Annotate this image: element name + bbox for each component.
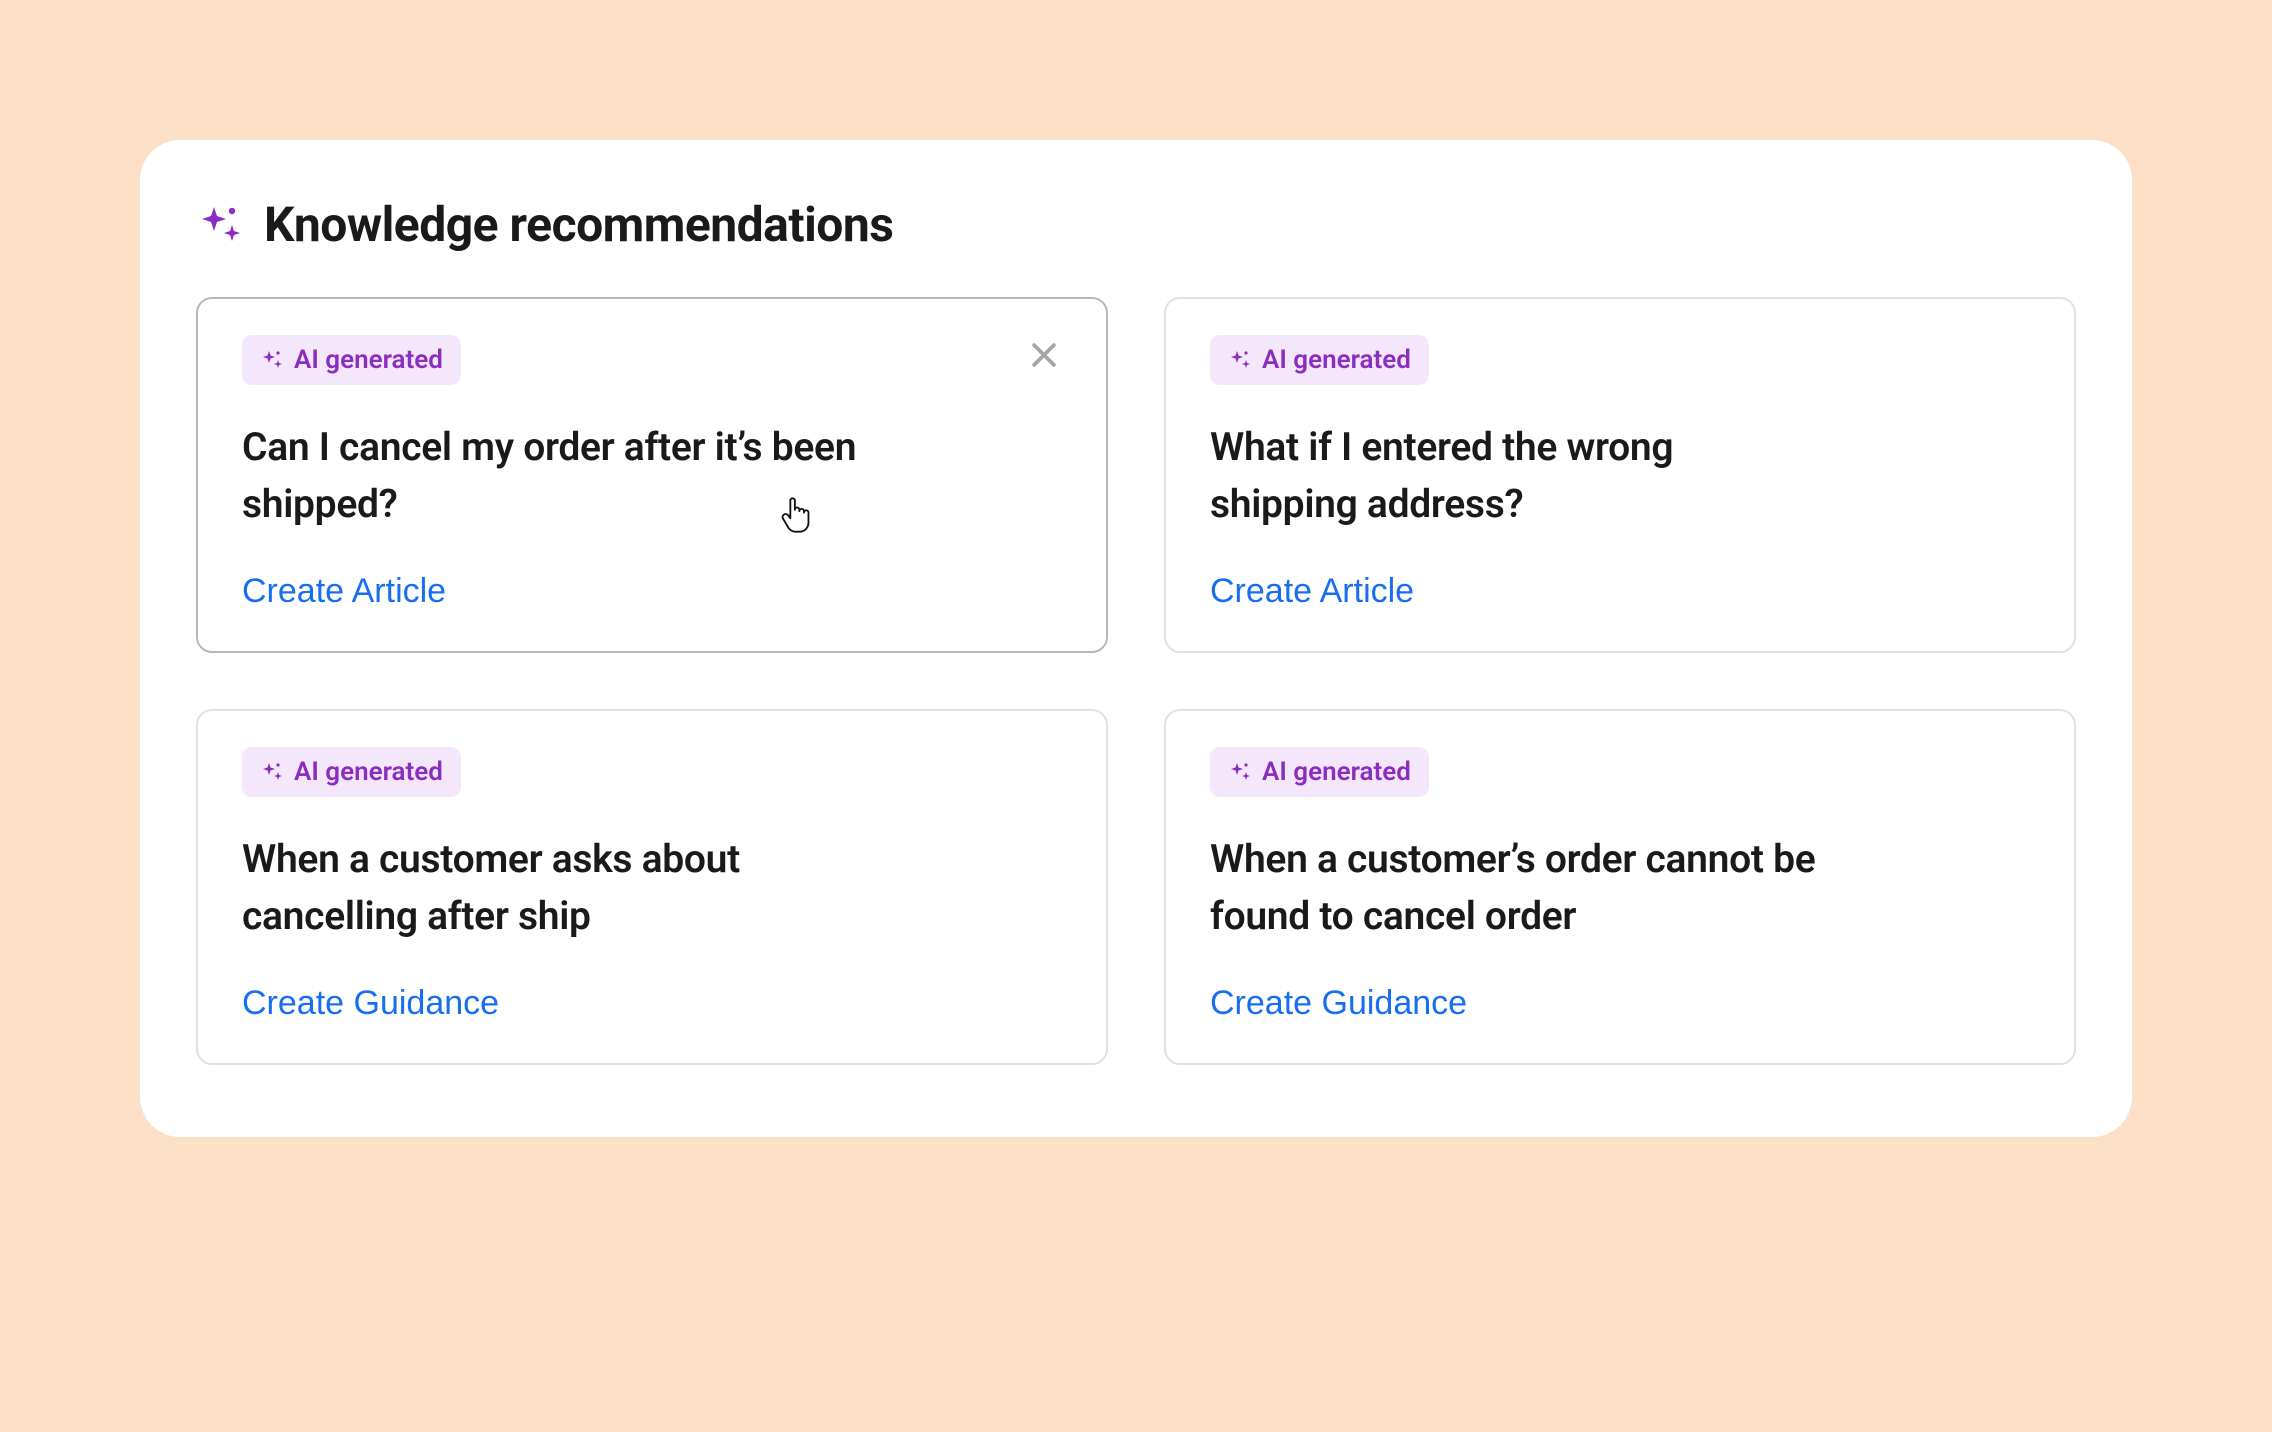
recommendation-card[interactable]: AI generated When a customer asks about …	[196, 709, 1108, 1065]
create-article-link[interactable]: Create Article	[1210, 572, 1414, 611]
badge-label: AI generated	[1262, 345, 1411, 375]
card-title: When a customer’s order cannot be found …	[1210, 831, 1830, 944]
recommendation-card[interactable]: AI generated What if I entered the wrong…	[1164, 297, 2076, 653]
panel-title: Knowledge recommendations	[264, 196, 893, 253]
create-guidance-link[interactable]: Create Guidance	[242, 984, 499, 1023]
sparkle-icon	[260, 348, 284, 372]
create-guidance-link[interactable]: Create Guidance	[1210, 984, 1467, 1023]
ai-generated-badge: AI generated	[242, 335, 461, 385]
close-icon[interactable]	[1022, 333, 1066, 377]
panel-header: Knowledge recommendations	[196, 196, 2076, 253]
ai-generated-badge: AI generated	[242, 747, 461, 797]
recommendation-card[interactable]: AI generated When a customer’s order can…	[1164, 709, 2076, 1065]
sparkle-icon	[196, 201, 244, 249]
card-title: Can I cancel my order after it’s been sh…	[242, 419, 862, 532]
badge-label: AI generated	[1262, 757, 1411, 787]
card-title: When a customer asks about cancelling af…	[242, 831, 862, 944]
card-title: What if I entered the wrong shipping add…	[1210, 419, 1830, 532]
recommendation-card[interactable]: AI generated Can I cancel my order after…	[196, 297, 1108, 653]
sparkle-icon	[1228, 760, 1252, 784]
cards-grid: AI generated Can I cancel my order after…	[196, 297, 2076, 1065]
sparkle-icon	[1228, 348, 1252, 372]
create-article-link[interactable]: Create Article	[242, 572, 446, 611]
badge-label: AI generated	[294, 345, 443, 375]
badge-label: AI generated	[294, 757, 443, 787]
sparkle-icon	[260, 760, 284, 784]
ai-generated-badge: AI generated	[1210, 747, 1429, 797]
knowledge-recommendations-panel: Knowledge recommendations AI gener	[140, 140, 2132, 1137]
ai-generated-badge: AI generated	[1210, 335, 1429, 385]
